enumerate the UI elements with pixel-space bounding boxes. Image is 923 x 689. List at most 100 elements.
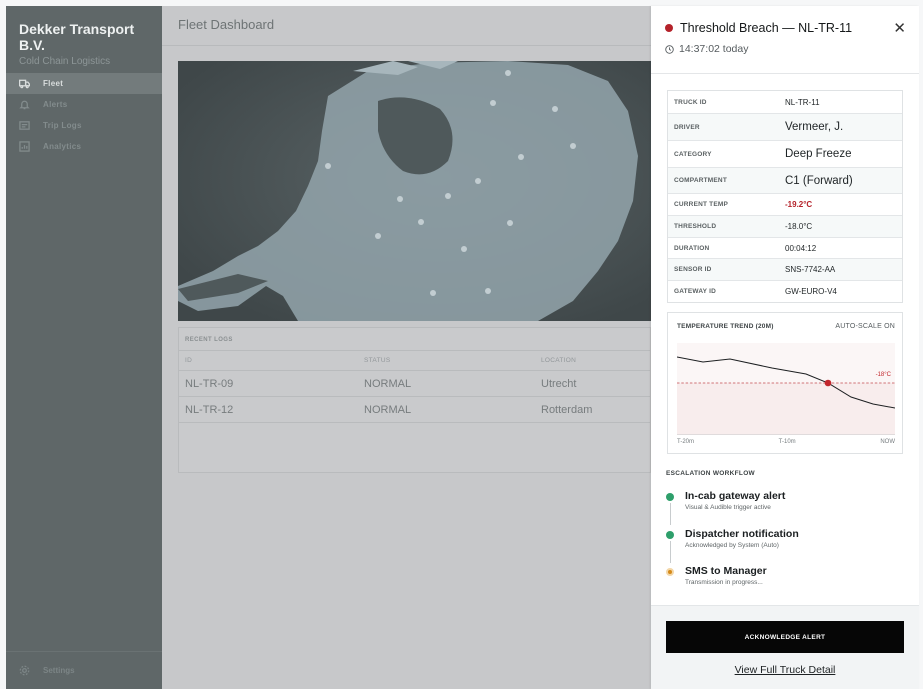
detail-value: Deep Freeze [785, 148, 852, 160]
step-description: Transmission in progress... [685, 579, 763, 586]
x-label-start: T-20m [677, 439, 695, 445]
detail-row-gateway-id: GATEWAY ID GW-EURO-V4 [668, 281, 902, 302]
sidebar-item-fleet[interactable]: Fleet [6, 73, 162, 94]
logs-header-row: ID STATUS LOCATION [179, 351, 650, 371]
escalation-title: ESCALATION WORKFLOW [666, 470, 755, 477]
alert-time-row: 14:37:02 today [665, 43, 905, 55]
step-connector [669, 503, 671, 525]
detail-row-sensor-id: SENSOR ID SNS-7742-AA [668, 259, 902, 281]
page-title: Fleet Dashboard [162, 6, 651, 46]
logs-title: RECENT LOGS [179, 328, 650, 351]
detail-row-truck-id: TRUCK ID NL-TR-11 [668, 91, 902, 114]
truck-details-table: TRUCK ID NL-TR-11 DRIVER Vermeer, J. CAT… [667, 90, 903, 303]
sidebar-item-alerts[interactable]: Alerts [6, 94, 162, 115]
brand-name: Dekker Transport B.V. [19, 21, 135, 53]
truck-icon [19, 79, 30, 89]
column-header-status: STATUS [364, 357, 391, 364]
step-name: In-cab gateway alert [685, 490, 786, 502]
escalation-step-2: Dispatcher notification Acknowledged by … [666, 528, 906, 563]
table-row[interactable]: NL-TR-12 NORMAL Rotterdam [179, 397, 650, 423]
cell-id: NL-TR-12 [185, 403, 234, 416]
brand: Dekker Transport B.V. Cold Chain Logisti… [6, 6, 162, 67]
analytics-icon [19, 141, 30, 152]
trend-title: TEMPERATURE TREND (20M) [677, 323, 774, 330]
alert-time: 14:37:02 today [679, 43, 749, 55]
trend-x-axis: T-20m T-10m NOW [677, 439, 895, 445]
detail-row-driver: DRIVER Vermeer, J. [668, 114, 902, 141]
cell-id: NL-TR-09 [185, 377, 234, 390]
sidebar-item-trip-logs[interactable]: Trip Logs [6, 115, 162, 136]
acknowledge-alert-button[interactable]: ACKNOWLEDGE ALERT [666, 621, 904, 653]
detail-label: GATEWAY ID [674, 288, 716, 295]
step-connector [669, 541, 671, 563]
alert-detail-panel: Threshold Breach — NL-TR-11 14:37:02 tod… [651, 6, 919, 689]
table-row[interactable]: NL-TR-09 NORMAL Utrecht [179, 371, 650, 397]
detail-row-threshold: THRESHOLD -18.0°C [668, 216, 902, 238]
step-description: Acknowledged by System (Auto) [685, 542, 779, 549]
sidebar-item-settings[interactable]: Settings [6, 651, 162, 689]
detail-value: SNS-7742-AA [785, 265, 836, 274]
alert-status-dot [665, 24, 673, 32]
step-description: Visual & Audible trigger active [685, 504, 771, 511]
brand-subtitle: Cold Chain Logistics [19, 56, 111, 67]
column-header-id: ID [185, 357, 193, 364]
cell-status: NORMAL [364, 403, 412, 416]
autoscale-toggle[interactable]: AUTO-SCALE ON [835, 323, 895, 330]
escalation-step-3: SMS to Manager Transmission in progress.… [666, 565, 906, 586]
detail-row-current-temp: CURRENT TEMP -19.2°C [668, 194, 902, 216]
trend-header: TEMPERATURE TREND (20M) AUTO-SCALE ON [668, 313, 902, 330]
cell-status: NORMAL [364, 377, 412, 390]
fleet-map[interactable] [178, 61, 651, 321]
detail-label: DURATION [674, 244, 710, 252]
trend-plot: -18°C [677, 343, 895, 435]
detail-label: DRIVER [674, 123, 700, 131]
clock-icon [665, 44, 674, 54]
sidebar-item-label: Analytics [43, 142, 82, 151]
detail-label: COMPARTMENT [674, 177, 727, 184]
detail-value: -19.2°C [785, 200, 813, 209]
detail-row-compartment: COMPARTMENT C1 (Forward) [668, 168, 902, 194]
detail-label: CATEGORY [674, 150, 712, 158]
detail-label: THRESHOLD [674, 223, 717, 230]
app-root: Dekker Transport B.V. Cold Chain Logisti… [0, 0, 923, 689]
cell-location: Rotterdam [541, 403, 593, 416]
trip-logs-icon [19, 121, 30, 130]
netherlands-map [178, 61, 651, 321]
main-content: Fleet Dashboard RECENT LOGS ID STATUS LO… [162, 6, 651, 689]
detail-label: TRUCK ID [674, 98, 707, 106]
pending-icon [666, 568, 674, 576]
detail-value: Vermeer, J. [785, 121, 844, 133]
alert-title-row: Threshold Breach — NL-TR-11 [665, 21, 905, 35]
sidebar-nav: Fleet Alerts Trip Logs Analytics [6, 73, 162, 157]
column-header-location: LOCATION [541, 357, 577, 364]
sidebar-item-label: Alerts [43, 100, 68, 109]
detail-value: GW-EURO-V4 [785, 287, 837, 296]
detail-value: 00:04:12 [785, 243, 817, 253]
alert-title: Threshold Breach — NL-TR-11 [680, 21, 853, 35]
check-icon [666, 531, 674, 539]
sidebar-item-label: Fleet [43, 79, 64, 88]
detail-row-duration: DURATION 00:04:12 [668, 238, 902, 259]
threshold-label: -18°C [876, 372, 892, 378]
x-label-mid: T-10m [778, 439, 796, 445]
view-truck-detail-link[interactable]: View Full Truck Detail [651, 664, 919, 676]
panel-footer: ACKNOWLEDGE ALERT View Full Truck Detail [651, 605, 919, 689]
check-icon [666, 493, 674, 501]
sidebar-item-label: Trip Logs [43, 121, 82, 130]
detail-label: CURRENT TEMP [674, 201, 729, 208]
step-name: SMS to Manager [685, 565, 767, 577]
detail-label: SENSOR ID [674, 266, 712, 273]
recent-logs-table: RECENT LOGS ID STATUS LOCATION NL-TR-09 … [178, 327, 651, 473]
sidebar-item-analytics[interactable]: Analytics [6, 136, 162, 157]
breach-point [824, 379, 832, 387]
detail-value: C1 (Forward) [785, 174, 853, 187]
gear-icon [19, 665, 30, 676]
sidebar: Dekker Transport B.V. Cold Chain Logisti… [6, 6, 162, 689]
sidebar-item-label: Settings [43, 666, 75, 675]
detail-value: -18.0°C [785, 222, 813, 231]
temperature-trend-card: TEMPERATURE TREND (20M) AUTO-SCALE ON -1… [667, 312, 903, 454]
detail-value: NL-TR-11 [785, 97, 820, 107]
close-icon[interactable]: ✕ [893, 19, 906, 37]
panel-header: Threshold Breach — NL-TR-11 14:37:02 tod… [651, 6, 919, 74]
x-label-end: NOW [880, 439, 895, 445]
